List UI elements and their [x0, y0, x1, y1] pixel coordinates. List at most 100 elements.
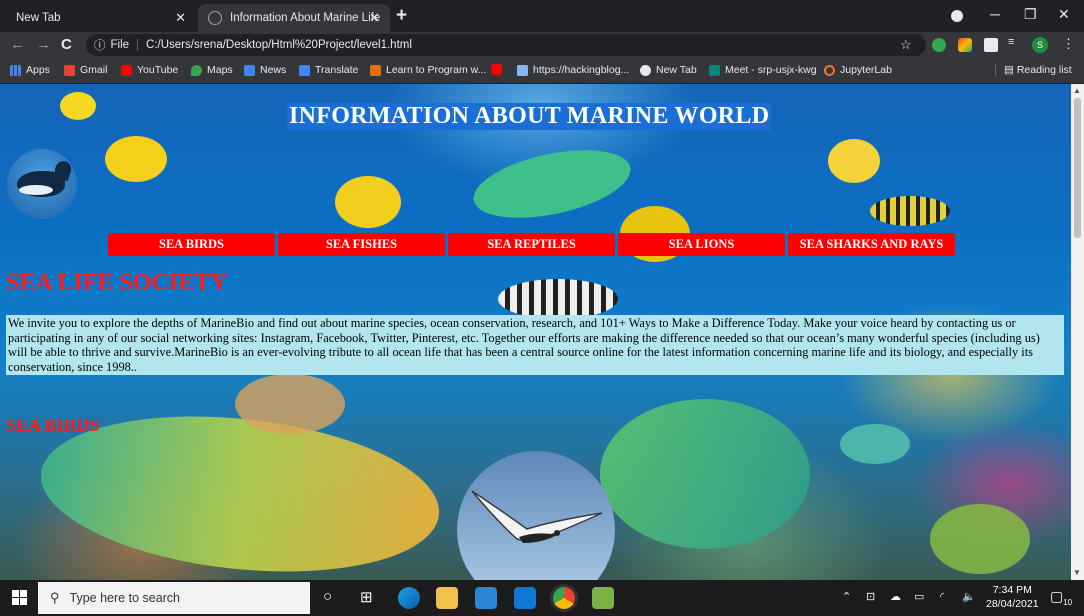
address-bar[interactable]: ⓘ File | C:/Users/srena/Desktop/Html%20P…: [86, 34, 926, 56]
close-window-icon[interactable]: ✕: [1058, 6, 1070, 23]
bookmark-label: Meet - srp-usjx-kwg: [725, 64, 817, 76]
background-fish: [600, 399, 810, 549]
bookmark-news[interactable]: News: [244, 64, 286, 76]
store-icon[interactable]: [475, 587, 497, 609]
globe-icon: [208, 11, 222, 25]
clock-time: 7:34 PM: [992, 584, 1032, 596]
forward-icon[interactable]: →: [36, 36, 51, 53]
nav-sea-lions[interactable]: SEA LIONS: [618, 233, 785, 256]
bookmark-video[interactable]: [491, 64, 507, 75]
tab-new-tab[interactable]: New Tab ✕: [4, 4, 196, 32]
bookmark-youtube[interactable]: YouTube: [121, 64, 178, 76]
show-hidden-icons[interactable]: ⌃: [842, 590, 851, 603]
scroll-up-icon[interactable]: ▲: [1073, 86, 1081, 95]
page-scrollbar[interactable]: ▲ ▼: [1071, 84, 1084, 580]
extension-icon[interactable]: [932, 38, 946, 52]
wifi-icon[interactable]: ◜: [940, 590, 944, 603]
maps-icon: [191, 64, 202, 76]
background-fish: [105, 136, 167, 182]
bookmark-star-icon[interactable]: ☆: [900, 37, 912, 53]
bookmark-label: Maps: [207, 64, 233, 76]
clock-date: 28/04/2021: [986, 598, 1039, 610]
media-controls-icon[interactable]: ≡: [1008, 36, 1022, 50]
nav-sea-reptiles[interactable]: SEA REPTILES: [448, 233, 615, 256]
apps-grid-icon: [10, 64, 21, 76]
windows-taskbar: ⚲ Type here to search ○ ⊞ ⌃ ⊡ ☁ ▭ ◜ 🔈 7:…: [0, 580, 1084, 616]
bookmark-meet[interactable]: Meet - srp-usjx-kwg: [709, 64, 817, 76]
site-icon: [370, 64, 381, 76]
gmail-icon: [64, 64, 75, 76]
bookmark-translate[interactable]: Translate: [299, 64, 358, 76]
nav-sea-sharks-rays[interactable]: SEA SHARKS AND RAYS: [788, 233, 955, 256]
scroll-thumb[interactable]: [1074, 98, 1081, 238]
notification-count: 10: [1063, 597, 1073, 607]
mail-icon[interactable]: [514, 587, 536, 609]
bookmark-learn-program[interactable]: Learn to Program w...: [370, 64, 486, 76]
tab-title: New Tab: [16, 12, 61, 24]
background-coral: [235, 374, 345, 434]
cortana-icon[interactable]: ○: [323, 588, 332, 605]
windows-start-icon[interactable]: [12, 590, 28, 606]
reading-list-icon: ▤: [1004, 64, 1017, 76]
tab-marine-life[interactable]: Information About Marine Life ✕: [198, 4, 390, 32]
nav-sea-fishes[interactable]: SEA FISHES: [278, 233, 445, 256]
extension-icon[interactable]: [958, 38, 972, 52]
restore-icon[interactable]: ❐: [1024, 6, 1037, 23]
bookmark-label: Gmail: [80, 64, 108, 76]
notepad-icon[interactable]: [592, 587, 614, 609]
bookmark-maps[interactable]: Maps: [191, 64, 233, 76]
back-icon[interactable]: ←: [10, 36, 25, 53]
reading-list-button[interactable]: ▤ Reading list: [995, 64, 1072, 76]
battery-icon[interactable]: ▭: [914, 590, 924, 603]
search-icon: ⚲: [50, 590, 60, 605]
volume-icon[interactable]: 🔈: [962, 590, 976, 603]
extensions-puzzle-icon[interactable]: [984, 38, 998, 52]
chrome-icon[interactable]: [553, 587, 575, 609]
bookmark-label: JupyterLab: [840, 64, 892, 76]
bookmark-gmail[interactable]: Gmail: [64, 64, 107, 76]
bookmark-new-tab[interactable]: New Tab: [640, 64, 697, 76]
notifications-icon[interactable]: ▢10: [1050, 588, 1072, 607]
search-placeholder: Type here to search: [69, 591, 181, 605]
avatar[interactable]: S: [1032, 37, 1048, 53]
bookmark-hackingblog[interactable]: https://hackingblog...: [517, 64, 629, 76]
address-url: C:/Users/srena/Desktop/Html%20Project/le…: [146, 39, 412, 51]
reading-list-label: Reading list: [1016, 64, 1072, 76]
address-prefix: File: [110, 39, 130, 51]
background-fish: [467, 138, 637, 230]
society-heading: SEA LIFE SOCIETY: [6, 270, 228, 296]
info-icon[interactable]: ⓘ: [94, 37, 106, 53]
bookmark-apps[interactable]: Apps: [10, 64, 50, 76]
close-tab-icon[interactable]: ✕: [175, 10, 186, 26]
scroll-down-icon[interactable]: ▼: [1073, 568, 1081, 577]
edge-icon[interactable]: [398, 587, 420, 609]
whale-belly: [19, 185, 53, 195]
tab-title: Information About Marine Life: [230, 12, 381, 24]
file-explorer-icon[interactable]: [436, 587, 458, 609]
address-divider: |: [136, 39, 140, 51]
nav-sea-birds[interactable]: SEA BIRDS: [108, 233, 275, 256]
menu-icon[interactable]: ⋮: [1062, 36, 1075, 52]
chrome-icon: [640, 64, 651, 76]
reload-icon[interactable]: C: [61, 36, 72, 53]
meet-now-icon[interactable]: ⊡: [866, 590, 875, 603]
close-tab-icon[interactable]: ✕: [369, 10, 380, 26]
background-fish: [870, 196, 950, 226]
jupyter-icon: [824, 64, 835, 76]
background-fish: [335, 176, 401, 228]
onedrive-icon[interactable]: ☁: [890, 590, 901, 603]
profile-menu-icon[interactable]: [951, 10, 963, 22]
intro-paragraph: We invite you to explore the depths of M…: [6, 315, 1064, 375]
taskbar-clock[interactable]: 7:34 PM 28/04/2021: [986, 583, 1039, 611]
whale-logo[interactable]: [7, 149, 77, 219]
taskbar-search-input[interactable]: ⚲ Type here to search: [38, 582, 310, 614]
minimize-icon[interactable]: ─: [990, 6, 1000, 22]
browser-toolbar: ← → C ⓘ File | C:/Users/srena/Desktop/Ht…: [0, 32, 1084, 58]
bookmark-label: Apps: [26, 64, 50, 76]
background-coral: [930, 504, 1030, 574]
background-fish: [828, 139, 880, 183]
task-view-icon[interactable]: ⊞: [360, 588, 373, 606]
bookmark-jupyterlab[interactable]: JupyterLab: [824, 64, 892, 76]
new-tab-button[interactable]: +: [396, 5, 407, 27]
bookmarks-bar: Apps Gmail YouTube Maps News Translate L…: [0, 58, 1084, 84]
